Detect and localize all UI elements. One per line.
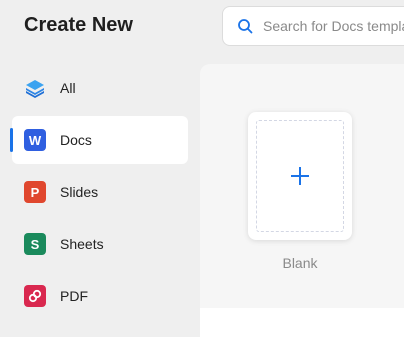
- sidebar-item-slides[interactable]: P Slides: [12, 168, 188, 216]
- section-footer: [200, 308, 404, 337]
- sidebar: All W Docs P Slides S Sheets PDF: [10, 64, 188, 324]
- sidebar-item-pdf[interactable]: PDF: [12, 272, 188, 320]
- sidebar-item-docs[interactable]: W Docs: [10, 116, 188, 164]
- docs-icon: W: [24, 129, 46, 151]
- sidebar-item-all[interactable]: All: [12, 64, 188, 112]
- layers-icon: [24, 77, 46, 99]
- sidebar-item-label: All: [60, 80, 76, 96]
- search-input[interactable]: [263, 18, 404, 34]
- pdf-icon: [24, 285, 46, 307]
- sheets-icon: S: [24, 233, 46, 255]
- blank-template-card[interactable]: [248, 112, 352, 240]
- sidebar-item-label: PDF: [60, 288, 88, 304]
- sidebar-item-sheets[interactable]: S Sheets: [12, 220, 188, 268]
- create-new-dialog: Create New All W Docs P Slides: [0, 0, 404, 337]
- slides-icon: P: [24, 181, 46, 203]
- sidebar-item-label: Slides: [60, 184, 99, 200]
- template-placeholder: [256, 120, 344, 232]
- search-icon: [238, 19, 253, 34]
- template-label: Blank: [282, 255, 318, 271]
- page-title: Create New: [24, 14, 133, 36]
- sidebar-item-label: Docs: [60, 132, 92, 148]
- search-box[interactable]: [222, 6, 404, 46]
- sidebar-item-label: Sheets: [60, 236, 104, 252]
- plus-icon: [291, 167, 309, 185]
